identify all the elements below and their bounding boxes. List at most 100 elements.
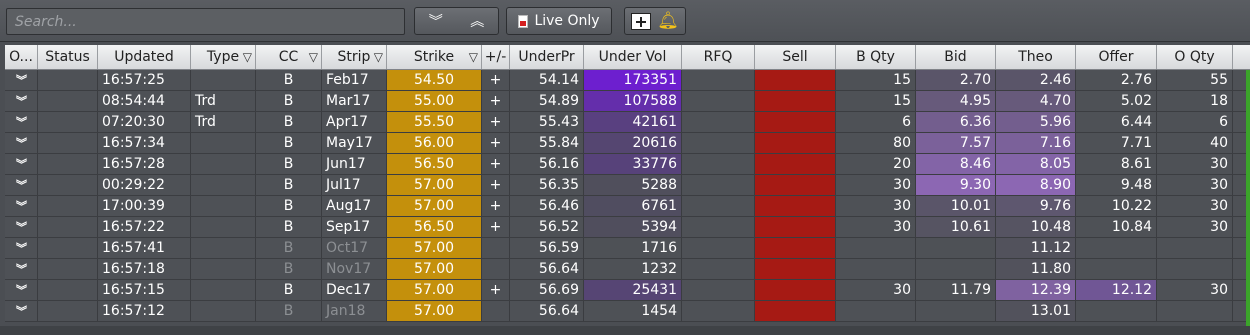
expand-row-icon[interactable]: ︾ [5,238,38,258]
cell-type [191,196,256,216]
cell-rfq[interactable] [682,259,755,279]
cell-theo: 2.46 [996,70,1076,90]
cell-strip: Sep17 [322,217,387,237]
col-header-12[interactable]: B Qty [836,45,916,69]
cell-rfq[interactable] [682,238,755,258]
cell-oqty: 30 [1157,196,1233,216]
cell-oqty: 6 [1157,112,1233,132]
col-header-13[interactable]: Bid [916,45,996,69]
expand-row-icon[interactable]: ︾ [5,280,38,300]
col-header-2[interactable]: Updated [98,45,191,69]
col-header-label: Updated [114,49,174,65]
cell-rfq[interactable] [682,112,755,132]
table-row[interactable]: ︾ 16:57:41 B Oct17 57.00 56.59 1716 11.12 [5,238,1250,259]
cell-undervol: 1232 [584,259,682,279]
col-header-1[interactable]: Status [38,45,98,69]
expand-all-icon[interactable]: ︽ [470,11,484,31]
col-header-6[interactable]: Strike ▽ [387,45,482,69]
cell-sell[interactable] [755,280,836,300]
filter-icon[interactable]: ▽ [309,50,318,64]
expand-row-icon[interactable]: ︾ [5,175,38,195]
cell-rfq[interactable] [682,91,755,111]
add-alert-button[interactable]: 🔔︎ [624,7,686,35]
cell-sell[interactable] [755,238,836,258]
table-row[interactable]: ︾ 16:57:12 B Jan18 57.00 56.64 1454 13.01 [5,301,1250,322]
add-window-icon[interactable] [631,12,652,30]
table-row[interactable]: ︾ 08:54:44 Trd B Mar17 55.00 +54.89 107588 15 4.9… [5,91,1250,112]
cell-updated: 16:57:41 [98,238,191,258]
cell-rfq[interactable] [682,301,755,321]
cell-rfq[interactable] [682,175,755,195]
col-header-14[interactable]: Theo [996,45,1076,69]
col-header-4[interactable]: CC ▽ [256,45,322,69]
table-row[interactable]: ︾ 07:20:30 Trd B Apr17 55.50 +55.43 42161 6 6.36 5… [5,112,1250,133]
cell-underpr: 56.64 [510,301,584,321]
expand-row-icon[interactable]: ︾ [5,217,38,237]
cell-sell[interactable] [755,301,836,321]
cell-sell[interactable] [755,217,836,237]
cell-sell[interactable] [755,154,836,174]
col-header-7[interactable]: +/- [482,45,510,69]
collapse-all-icon[interactable]: ︾ [429,11,443,31]
table-row[interactable]: ︾ 16:57:34 B May17 56.00 +55.84 20616 80 7.57 7.1… [5,133,1250,154]
expand-row-icon[interactable]: ︾ [5,112,38,132]
table-row[interactable]: ︾ 16:57:22 B Sep17 56.50 +56.52 5394 30 10.61 10.… [5,217,1250,238]
cell-rfq[interactable] [682,70,755,90]
bell-icon[interactable]: 🔔︎ [657,12,679,30]
col-header-10[interactable]: RFQ [682,45,755,69]
col-header-15[interactable]: Offer [1076,45,1157,69]
col-header-label: B Qty [856,49,895,65]
cell-rfq[interactable] [682,196,755,216]
expand-row-icon[interactable]: ︾ [5,133,38,153]
expand-row-icon[interactable]: ︾ [5,259,38,279]
cell-cc: B [256,196,322,216]
cell-type [191,238,256,258]
cell-rfq[interactable] [682,217,755,237]
col-header-9[interactable]: Under Vol [584,45,682,69]
expand-row-icon[interactable]: ︾ [5,154,38,174]
expand-row-icon[interactable]: ︾ [5,70,38,90]
filter-icon[interactable]: ▽ [469,50,478,64]
cell-pm [482,259,510,279]
cell-sell[interactable] [755,175,836,195]
collapse-expand-button[interactable]: ︾ ︽ [414,7,499,35]
table-row[interactable]: ︾ 17:00:39 B Aug17 57.00 +56.46 6761 30 10.01 9.7… [5,196,1250,217]
cell-theo: 5.96 [996,112,1076,132]
cell-sell[interactable] [755,133,836,153]
cell-rfq[interactable] [682,154,755,174]
filter-icon[interactable]: ▽ [243,50,252,64]
cell-sell[interactable] [755,112,836,132]
live-only-toggle[interactable]: Live Only [506,7,612,35]
cell-rfq[interactable] [682,133,755,153]
cell-sell[interactable] [755,196,836,216]
table-row[interactable]: ︾ 16:57:25 B Feb17 54.50 +54.14 173351 15 2.70 2.… [5,70,1250,91]
expand-row-icon[interactable]: ︾ [5,91,38,111]
table-row[interactable]: ︾ 16:57:15 B Dec17 57.00 +56.69 25431 30 11.79 12… [5,280,1250,301]
cell-type [191,259,256,279]
cell-strike: 57.00 [387,196,482,216]
col-header-11[interactable]: Sell [755,45,836,69]
cell-offer: 9.48 [1076,175,1157,195]
col-header-16[interactable]: O Qty [1157,45,1233,69]
cell-underpr: 54.14 [510,70,584,90]
cell-cc: B [256,154,322,174]
table-row[interactable]: ︾ 16:57:18 B Nov17 57.00 56.64 1232 11.80 [5,259,1250,280]
cell-updated: 16:57:25 [98,70,191,90]
table-row[interactable]: ︾ 00:29:22 B Jul17 57.00 +56.35 5288 30 9.30 8.90… [5,175,1250,196]
table-row[interactable]: ︾ 16:57:28 B Jun17 56.50 +56.16 33776 20 8.46 8.0… [5,154,1250,175]
search-input[interactable] [6,8,405,35]
col-header-3[interactable]: Type ▽ [191,45,256,69]
expand-row-icon[interactable]: ︾ [5,301,38,321]
col-header-5[interactable]: Strip ▽ [322,45,387,69]
cell-sell[interactable] [755,91,836,111]
cell-sell[interactable] [755,70,836,90]
filter-icon[interactable]: ▽ [374,50,383,64]
expand-row-icon[interactable]: ︾ [5,196,38,216]
col-header-0[interactable]: O... [5,45,38,69]
cell-sell[interactable] [755,259,836,279]
col-header-8[interactable]: UnderPr [510,45,584,69]
cell-undervol: 42161 [584,112,682,132]
cell-rfq[interactable] [682,280,755,300]
cell-bid: 4.95 [916,91,996,111]
cell-theo: 8.05 [996,154,1076,174]
